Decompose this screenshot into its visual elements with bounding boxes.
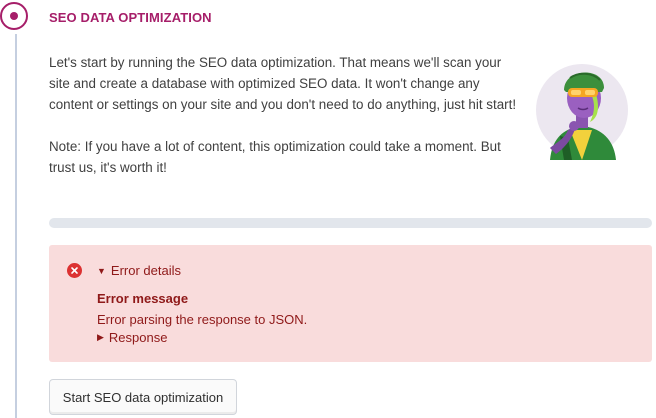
description-paragraph: Let's start by running the SEO data opti… <box>49 55 517 112</box>
timeline-line <box>15 34 17 418</box>
mascot-illustration <box>536 64 628 160</box>
step-title: SEO DATA OPTIMIZATION <box>49 10 212 25</box>
error-message-heading: Error message <box>97 291 189 306</box>
error-message-text: Error parsing the response to JSON. <box>97 312 308 327</box>
triangle-down-icon: ▼ <box>97 265 106 276</box>
error-details-label: Error details <box>110 263 181 278</box>
error-panel: ▼ Error details Error message Error pars… <box>49 245 652 362</box>
optimization-progress-bar <box>49 218 652 228</box>
error-x-icon <box>67 263 82 278</box>
error-details-toggle[interactable]: ▼ Error details <box>97 263 181 278</box>
start-seo-optimization-button[interactable]: Start SEO data optimization <box>49 379 237 415</box>
triangle-right-icon: ▶ <box>97 332 104 342</box>
active-step-icon <box>0 2 28 30</box>
response-label: Response <box>108 330 168 345</box>
response-toggle[interactable]: ▶ Response <box>97 330 167 345</box>
step-description: Let's start by running the SEO data opti… <box>49 52 519 178</box>
step-dot <box>10 12 18 20</box>
note-paragraph: Note: If you have a lot of content, this… <box>49 139 501 175</box>
